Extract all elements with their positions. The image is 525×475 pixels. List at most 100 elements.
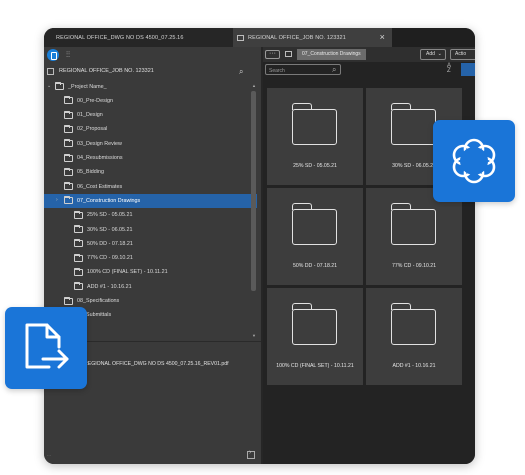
add-button-label: Add — [426, 51, 435, 57]
tree-item[interactable]: › 07_Construction Drawings — [44, 194, 257, 209]
tree-item[interactable]: 00_Pre-Design — [44, 94, 257, 108]
folder-card[interactable]: 77% CD - 09.10.21 — [366, 188, 462, 285]
folder-icon — [285, 51, 292, 57]
tree-item[interactable]: ⌄ _Project Name_ — [44, 80, 257, 94]
folder-tree-panel: ⫶⫶ REGIONAL OFFICE_JOB NO. 123321 ⌕ ⌄ _Pr… — [44, 47, 261, 464]
tree-item[interactable]: 01_Design — [44, 109, 257, 123]
flower-shape-icon — [433, 120, 515, 202]
tab-project[interactable]: REGIONAL OFFICE_JOB NO. 123321 × — [233, 28, 392, 47]
project-label: REGIONAL OFFICE_JOB NO. 123321 — [59, 68, 154, 74]
tree-item[interactable]: 77% CD - 09.10.21 — [44, 252, 257, 266]
folder-icon — [64, 139, 73, 148]
folder-card-label: 25% SD - 05.05.21 — [293, 163, 337, 169]
folder-card[interactable]: 100% CD (FINAL SET) - 10.11.21 — [267, 288, 363, 385]
folder-icon — [74, 239, 83, 248]
file-export-icon — [5, 307, 87, 389]
folder-icon — [64, 153, 73, 162]
tab-project-label: REGIONAL OFFICE_JOB NO. 123321 — [248, 34, 346, 41]
more-button[interactable]: ··· — [265, 50, 280, 59]
folder-icon — [391, 203, 436, 245]
tree-item[interactable]: 06_Cost Estimates — [44, 180, 257, 194]
tab-drawing[interactable]: REGIONAL OFFICE_DWG NO DS 4500_07.25.16 — [44, 28, 233, 47]
search-icon[interactable]: ⌕ — [332, 65, 336, 75]
folder-card-label: 50% DD - 07.18.21 — [292, 263, 338, 269]
folder-icon — [74, 267, 83, 276]
tree-item-label: 05_Bidding — [77, 169, 104, 176]
breadcrumb[interactable]: 07_Construction Drawings — [297, 49, 366, 60]
tree-item[interactable]: 30% SD - 06.05.21 — [44, 223, 257, 237]
tree-item-label: 04_Resubmissions — [77, 155, 123, 161]
app-window: REGIONAL OFFICE_DWG NO DS 4500_07.25.16 … — [44, 28, 475, 464]
close-icon[interactable]: × — [380, 32, 385, 42]
folder-icon — [391, 103, 436, 145]
folder-icon — [64, 296, 73, 305]
document-icon — [237, 34, 244, 41]
left-toolbar: ⫶⫶ — [44, 47, 261, 64]
folder-icon — [74, 282, 83, 291]
tree-item-label: 25% SD - 05.05.21 — [87, 212, 133, 219]
search-field[interactable]: Search ⌕ — [265, 64, 341, 75]
folder-icon — [74, 225, 83, 233]
folder-icon — [64, 182, 73, 191]
tab-drawing-label: REGIONAL OFFICE_DWG NO DS 4500_07.25.16 — [56, 34, 184, 41]
footer-handle: ⋯ — [47, 453, 51, 458]
folder-icon — [64, 167, 73, 176]
tree-item[interactable]: 05_Bidding — [44, 166, 257, 180]
folder-icon — [64, 196, 73, 205]
search-placeholder: Search — [269, 67, 285, 74]
tree-item-label: 08_Specifications — [77, 298, 120, 304]
tree-item[interactable]: 03_Design Review — [44, 137, 257, 151]
folder-card-label: 77% CD - 09.10.21 — [391, 263, 437, 269]
tree-item-label: 02_Proposal — [77, 126, 108, 133]
tree-item[interactable]: 04_Resubmissions — [44, 152, 257, 166]
expand-panel-icon[interactable] — [247, 449, 255, 459]
chevron-down-icon[interactable]: ⌄ — [47, 83, 51, 89]
scrollbar[interactable] — [251, 91, 256, 291]
tab-bar: REGIONAL OFFICE_DWG NO DS 4500_07.25.16 … — [44, 28, 475, 47]
tree-item-label: ADD #1 - 10.16.21 — [87, 283, 132, 290]
folder-icon — [64, 96, 73, 105]
tree-item-label: 30% SD - 06.05.21 — [87, 226, 133, 233]
filter-sliders-icon[interactable]: ⫶⫶ — [66, 50, 70, 60]
tree-item-label: 07_Construction Drawings — [77, 197, 141, 204]
tree-item[interactable]: ADD #1 - 10.16.21 — [44, 280, 257, 294]
folder-icon — [74, 210, 83, 219]
project-root[interactable]: REGIONAL OFFICE_JOB NO. 123321 ⌕ — [44, 65, 261, 78]
tree-item-label: 00_Pre-Design — [77, 97, 113, 104]
folder-card[interactable]: 25% SD - 05.05.21 — [267, 88, 363, 185]
tree-item-label: 01_Design — [77, 112, 103, 119]
sort-az-icon[interactable]: AZ — [447, 63, 451, 74]
folder-grid-panel: ··· 07_Construction Drawings Add ⌄ Actio… — [263, 47, 475, 464]
right-toolbar: ··· 07_Construction Drawings Add ⌄ Actio — [263, 47, 475, 62]
folder-icon — [64, 124, 73, 133]
folder-icon — [292, 303, 337, 345]
tree-item-label: 50% DD - 07.18.21 — [87, 240, 133, 247]
tree-item[interactable]: 02_Proposal — [44, 123, 257, 137]
folder-card-label: 100% CD (FINAL SET) - 10.11.21 — [276, 363, 354, 369]
file-item[interactable]: REGIONAL OFFICE_DWG NO DS 4500_07.25.16_… — [84, 361, 229, 367]
add-button[interactable]: Add ⌄ — [420, 49, 446, 60]
tree-item-label: 77% CD - 09.10.21 — [87, 255, 133, 262]
grid-view-icon[interactable] — [461, 63, 475, 76]
folder-card-label: ADD #1 - 10.16.21 — [392, 363, 436, 369]
chevron-down-icon: ⌄ — [436, 51, 442, 57]
tree-item-label: 03_Design Review — [77, 140, 122, 147]
tree-item[interactable]: 100% CD (FINAL SET) - 10.11.21 — [44, 266, 257, 280]
folder-icon — [55, 82, 64, 90]
folder-icon — [391, 303, 436, 345]
tree-item[interactable]: 25% SD - 05.05.21 — [44, 209, 257, 223]
app-logo-icon[interactable] — [47, 49, 59, 61]
folder-icon — [292, 203, 337, 245]
scroll-up-icon[interactable]: ▲ — [252, 83, 256, 88]
folder-card[interactable]: 50% DD - 07.18.21 — [267, 188, 363, 285]
folder-icon — [64, 110, 73, 119]
folder-card[interactable]: ADD #1 - 10.16.21 — [366, 288, 462, 385]
search-icon[interactable]: ⌕ — [239, 67, 243, 77]
scroll-down-icon[interactable]: ▼ — [252, 333, 256, 338]
actions-button[interactable]: Actio — [450, 49, 475, 60]
tree-item-label: 06_Cost Estimates — [77, 183, 123, 190]
tree-item[interactable]: 50% DD - 07.18.21 — [44, 237, 257, 251]
chevron-right-icon[interactable]: › — [56, 197, 58, 203]
project-icon — [47, 68, 54, 75]
folder-icon — [292, 103, 337, 145]
